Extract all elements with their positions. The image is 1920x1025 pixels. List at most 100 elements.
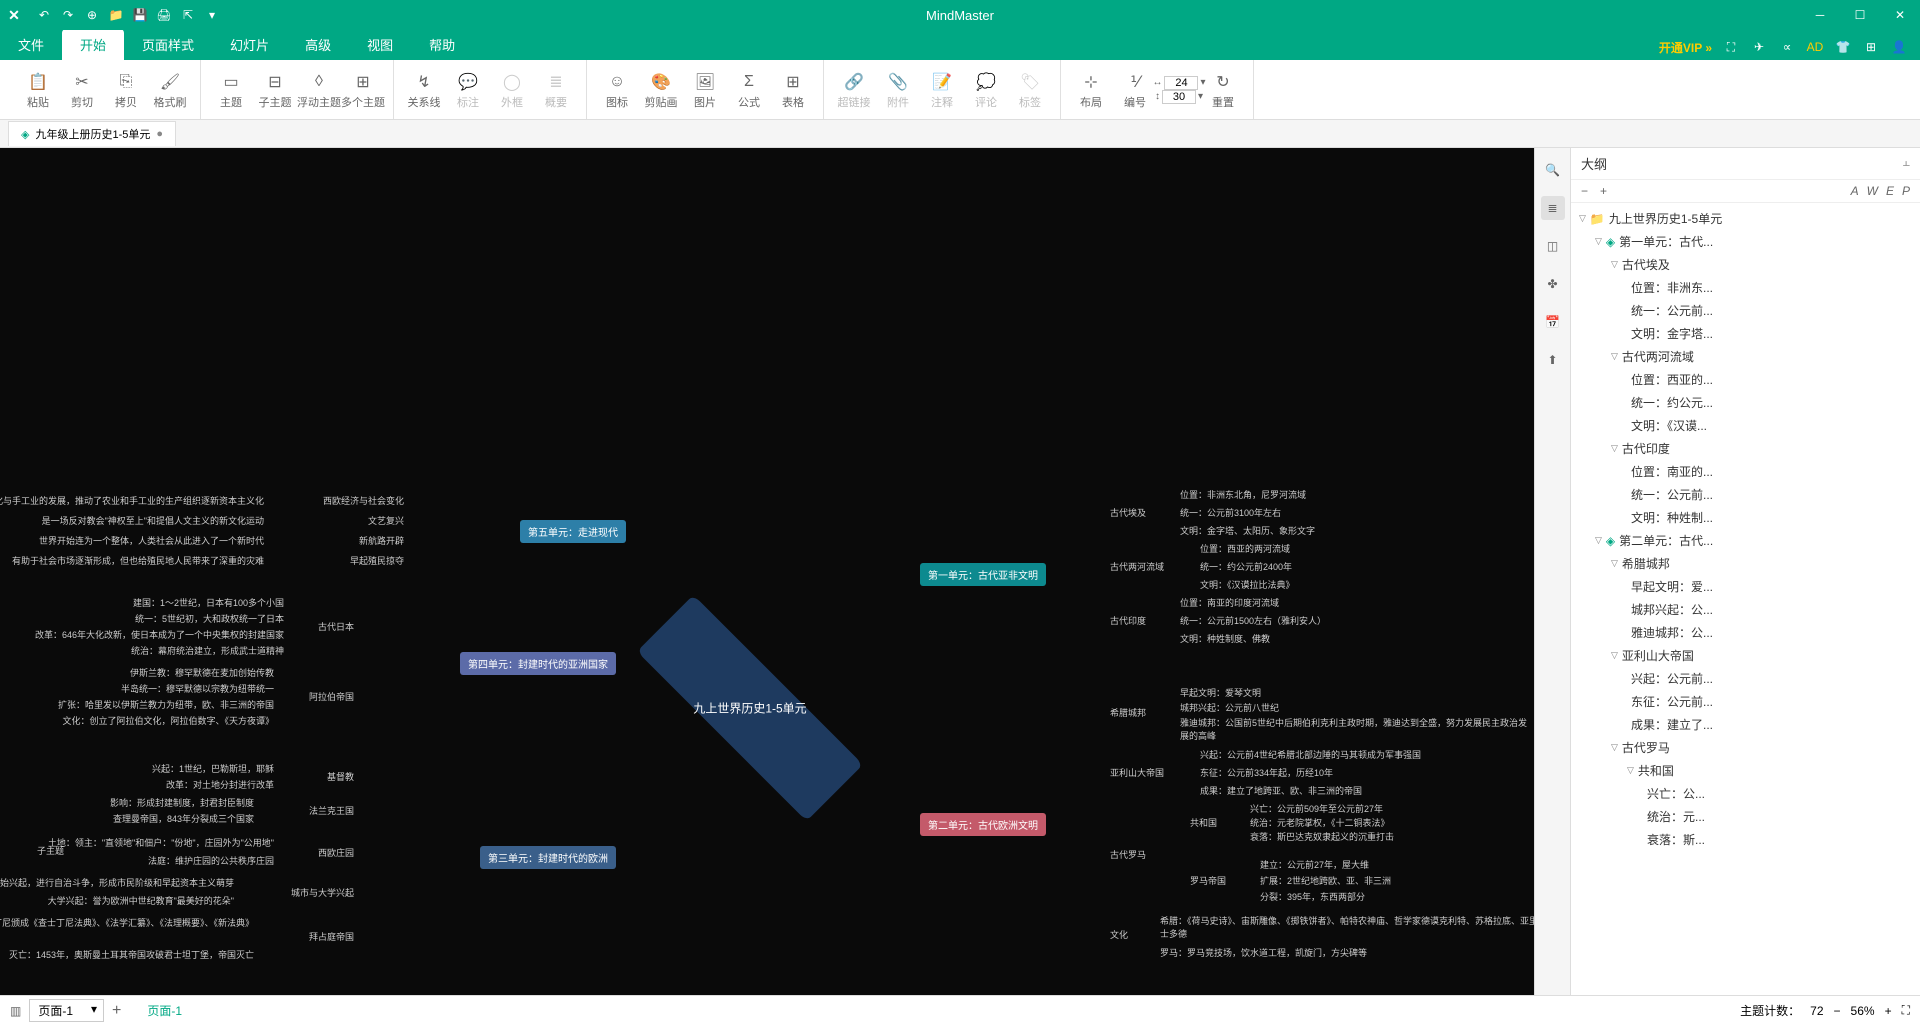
u5-3d[interactable]: 世界开始连为一个整体，人类社会从此进入了一个新时代: [39, 534, 264, 547]
u2-rome-emp-2[interactable]: 扩展：2世纪地跨欧、亚、非三洲: [1260, 874, 1391, 887]
vip-link[interactable]: 开通VIP »: [1659, 39, 1712, 56]
u3-manor-2[interactable]: 法庭：维护庄园的公共秩序庄园: [148, 854, 274, 867]
outline-item[interactable]: 位置：西亚的...: [1571, 368, 1920, 391]
menu-slide[interactable]: 幻灯片: [212, 29, 287, 60]
u2-alex[interactable]: 亚利山大帝国: [1110, 766, 1164, 779]
print-icon[interactable]: 🖨: [154, 5, 174, 25]
u3-city-2[interactable]: 大学兴起：誉为欧洲中世纪教育"最美好的花朵": [48, 894, 234, 907]
callout-button[interactable]: 💬标注: [446, 62, 490, 117]
zoom-in-icon[interactable]: +: [1885, 1004, 1892, 1018]
center-node[interactable]: 九上世界历史1-5单元: [670, 668, 830, 748]
outline-font-icon[interactable]: A: [1851, 184, 1859, 198]
u2-alex-2[interactable]: 东征：公元前334年起，历经10年: [1200, 766, 1333, 779]
u2-greek-1[interactable]: 早起文明：爱琴文明: [1180, 686, 1261, 699]
outline-item[interactable]: 统一：约公元...: [1571, 391, 1920, 414]
u1-india-3[interactable]: 文明：种姓制度、佛教: [1180, 632, 1270, 645]
cut-button[interactable]: ✂剪切: [60, 62, 104, 117]
unit3-node[interactable]: 第三单元：封建时代的欧洲: [480, 846, 616, 869]
floating-topic-button[interactable]: ◊浮动主题: [297, 62, 341, 117]
picture-button[interactable]: 🖼图片: [683, 62, 727, 117]
icon-button[interactable]: ☺图标: [595, 62, 639, 117]
u3-byz-1[interactable]: 法典：查士丁尼颁成《查士丁尼法典》、《法学汇纂》、《法理概要》、《新法典》: [0, 916, 254, 929]
note-button[interactable]: 📝注释: [920, 62, 964, 117]
outline-u2-3-1[interactable]: ▽共和国: [1571, 759, 1920, 782]
u3-frank[interactable]: 法兰克王国: [309, 804, 354, 817]
fit-icon[interactable]: ⛶: [1902, 1003, 1910, 1018]
comment-button[interactable]: 💭评论: [964, 62, 1008, 117]
add-page-icon[interactable]: +: [112, 1002, 121, 1020]
menu-advanced[interactable]: 高级: [287, 29, 349, 60]
maximize-icon[interactable]: ☐: [1840, 0, 1880, 30]
u5-2d[interactable]: 是一场反对教会"神权至上"和提倡人文主义的新文化运动: [42, 514, 264, 527]
u2-culture-2[interactable]: 罗马：罗马竞技场，饮水道工程，凯旋门，方尖碑等: [1160, 946, 1367, 959]
numbering-button[interactable]: ⅟编号: [1113, 62, 1157, 117]
u4-arab-2[interactable]: 半岛统一：穆罕默德以宗教为纽带统一: [121, 682, 274, 695]
open-icon[interactable]: 📁: [106, 5, 126, 25]
u5-1d[interactable]: 土地关系的变化与手工业的发展，推动了农业和手工业的生产组织逐新资本主义化: [0, 494, 264, 507]
boundary-button[interactable]: ◯外框: [490, 62, 534, 117]
outline-item[interactable]: 成果：建立了...: [1571, 713, 1920, 736]
unit1-node[interactable]: 第一单元：古代亚非文明: [920, 563, 1046, 586]
u2-rome[interactable]: 古代罗马: [1110, 848, 1146, 861]
minimize-icon[interactable]: ─: [1800, 0, 1840, 30]
u5-1[interactable]: 西欧经济与社会变化: [323, 494, 404, 507]
outline-u2[interactable]: ▽◈第二单元：古代...: [1571, 529, 1920, 552]
redo-icon[interactable]: ↷: [58, 5, 78, 25]
relation-button[interactable]: ↯关系线: [402, 62, 446, 117]
u2-greek[interactable]: 希腊城邦: [1110, 706, 1146, 719]
u2-culture-1[interactable]: 希腊：《荷马史诗》、宙斯雕像、《掷铁饼者》、帕特农神庙、哲学家德谟克利特、苏格拉…: [1160, 914, 1534, 940]
outline-root[interactable]: ▽📁九上世界历史1-5单元: [1571, 207, 1920, 230]
u5-4d[interactable]: 有助于社会市场逐渐形成，但也给殖民地人民带来了深重的灾难: [12, 554, 264, 567]
clover-tool-icon[interactable]: ✤: [1541, 272, 1565, 296]
u2-alex-3[interactable]: 成果：建立了地跨亚、欧、非三洲的帝国: [1200, 784, 1362, 797]
u2-rome-emp[interactable]: 罗马帝国: [1190, 874, 1226, 887]
u1-meso[interactable]: 古代两河流域: [1110, 560, 1164, 573]
u2-alex-1[interactable]: 兴起：公元前4世纪希腊北部边陲的马其顿成为军事强国: [1200, 748, 1421, 761]
u3-byz[interactable]: 拜占庭帝国: [309, 930, 354, 943]
multi-topic-button[interactable]: ⊞多个主题: [341, 62, 385, 117]
width-input[interactable]: [1164, 76, 1198, 90]
u3-chris-2[interactable]: 改革：对土地分封进行改革: [166, 778, 274, 791]
u4-arab-1[interactable]: 伊斯兰教：穆罕默德在麦加创始传教: [130, 666, 274, 679]
clipart-button[interactable]: 🎨剪贴画: [639, 62, 683, 117]
outline-u1-3[interactable]: ▽古代印度: [1571, 437, 1920, 460]
outline-item[interactable]: 文明：种姓制...: [1571, 506, 1920, 529]
u4-japan[interactable]: 古代日本: [318, 620, 354, 633]
u2-rome-rep[interactable]: 共和国: [1190, 816, 1217, 829]
menu-file[interactable]: 文件: [0, 29, 62, 60]
page-tab[interactable]: 页面-1: [137, 1000, 192, 1021]
outline-u2-3[interactable]: ▽古代罗马: [1571, 736, 1920, 759]
new-icon[interactable]: ⊕: [82, 5, 102, 25]
u5-4[interactable]: 早起殖民掠夺: [350, 554, 404, 567]
close-icon[interactable]: ✕: [1880, 0, 1920, 30]
format-painter-button[interactable]: 🖌格式刷: [148, 62, 192, 117]
outline-item[interactable]: 位置：非洲东...: [1571, 276, 1920, 299]
u1-india-2[interactable]: 统一：公元前1500左右（雅利安人）: [1180, 614, 1326, 627]
outline-tool-icon[interactable]: ≣: [1541, 196, 1565, 220]
u4-japan-1[interactable]: 建国：1～2世纪，日本有100多个小国: [133, 596, 284, 609]
outline-e-icon[interactable]: E: [1886, 184, 1894, 198]
outline-item[interactable]: 位置：南亚的...: [1571, 460, 1920, 483]
u5-3[interactable]: 新航路开辟: [359, 534, 404, 547]
u4-japan-2[interactable]: 统一：5世纪初，大和政权统一了日本: [135, 612, 284, 625]
outline-item[interactable]: 兴起：公元前...: [1571, 667, 1920, 690]
u3-manor-1[interactable]: 土地：领主："直领地"和佃户："份地"，庄园外为"公用地": [48, 836, 274, 849]
qat-more-icon[interactable]: ▾: [202, 5, 222, 25]
apps-icon[interactable]: ⊞: [1862, 38, 1880, 56]
upload-tool-icon[interactable]: ⬆: [1541, 348, 1565, 372]
u4-arab[interactable]: 阿拉伯帝国: [309, 690, 354, 703]
outline-item[interactable]: 文明：金字塔...: [1571, 322, 1920, 345]
unit4-node[interactable]: 第四单元：封建时代的亚洲国家: [460, 652, 616, 675]
u1-meso-2[interactable]: 统一：约公元前2400年: [1200, 560, 1292, 573]
u3-chris-1[interactable]: 兴起：1世纪，巴勒斯坦，耶稣: [152, 762, 274, 775]
u1-india[interactable]: 古代印度: [1110, 614, 1146, 627]
copy-button[interactable]: ⎘拷贝: [104, 62, 148, 117]
u1-meso-1[interactable]: 位置：西亚的两河流域: [1200, 542, 1290, 555]
outline-collapse-icon[interactable]: −: [1581, 184, 1588, 198]
outline-item[interactable]: 统一：公元前...: [1571, 299, 1920, 322]
reset-button[interactable]: ↻重置: [1201, 62, 1245, 117]
outline-item[interactable]: 早起文明：爱...: [1571, 575, 1920, 598]
user-icon[interactable]: 👤: [1890, 38, 1908, 56]
hyperlink-button[interactable]: 🔗超链接: [832, 62, 876, 117]
table-button[interactable]: ⊞表格: [771, 62, 815, 117]
